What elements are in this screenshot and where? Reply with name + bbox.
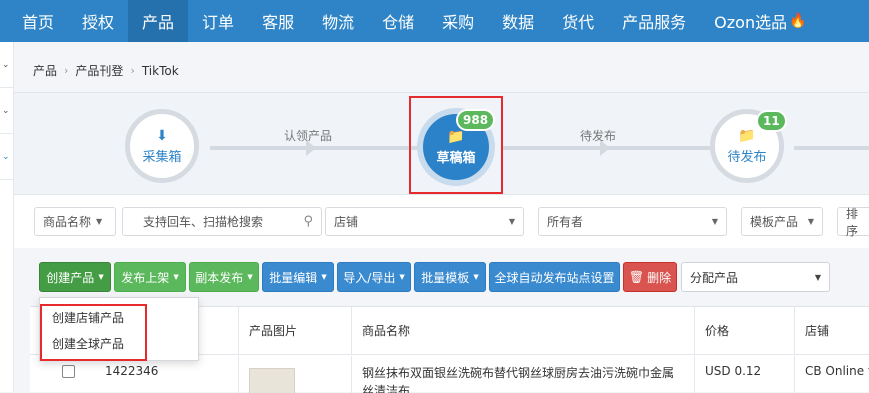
step-collect-box[interactable]: ⬇ 采集箱 (125, 109, 199, 183)
chevron-down-icon[interactable]: ⌄ (0, 88, 14, 134)
table-row: 1422346 钢丝抹布双面银丝洗碗布替代钢丝球厨房去油污洗碗巾金属丝清洁布 U… (30, 356, 869, 393)
chevron-down-icon[interactable]: ⌄ (0, 134, 14, 180)
shop-select[interactable]: 店铺 ▼ (325, 207, 524, 236)
nav-products[interactable]: 产品 (128, 0, 189, 42)
column-header-shop[interactable]: 店铺 (794, 307, 869, 355)
caret-down-icon: ▼ (508, 217, 515, 226)
chevron-down-icon[interactable]: ⌄ (0, 42, 14, 88)
publish-button[interactable]: 发布上架 ▼ (114, 262, 186, 292)
sort-select-label: 排序 (846, 206, 859, 238)
chevron-right-icon: › (130, 64, 135, 77)
create-product-button[interactable]: 创建产品 ▼ (39, 262, 111, 292)
trash-icon: 🗑 (628, 270, 645, 284)
caret-down-icon: ▼ (399, 273, 405, 281)
breadcrumb-listing[interactable]: 产品刊登 (75, 62, 123, 79)
step-transition-claim: 认领产品 (284, 129, 333, 143)
create-product-label: 创建产品 (46, 270, 95, 285)
search-field-select[interactable]: 商品名称 ▼ (34, 207, 116, 236)
auto-publish-settings-label: 全球自动发布站点设置 (494, 270, 615, 285)
publish-label: 发布上架 (121, 270, 170, 285)
assign-product-label: 分配产品 (690, 270, 739, 285)
column-header-image[interactable]: 产品图片 (238, 307, 351, 355)
nav-warehouse[interactable]: 仓储 (368, 0, 428, 42)
bulk-template-button[interactable]: 批量模板 ▼ (414, 262, 486, 292)
product-image-cell (238, 356, 351, 393)
pending-count-badge: 11 (756, 110, 787, 132)
search-input[interactable]: 支持回车、扫描枪搜索 ⚲ (122, 207, 322, 236)
caret-down-icon: ▼ (173, 273, 179, 281)
download-icon: ⬇ (156, 127, 168, 144)
search-field-label: 商品名称 (43, 215, 92, 229)
bulk-edit-label: 批量编辑 (269, 270, 318, 285)
caret-down-icon: ▼ (473, 273, 479, 281)
import-export-button[interactable]: 导入/导出 ▼ (337, 262, 411, 292)
owner-select-label: 所有者 (547, 215, 584, 229)
shop-select-label: 店铺 (334, 215, 359, 229)
column-header-name[interactable]: 商品名称 (351, 307, 694, 355)
nav-auth[interactable]: 授权 (68, 0, 128, 42)
product-price: USD 0.12 (694, 356, 794, 393)
filter-bar: 商品名称 ▼ 支持回车、扫描枪搜索 ⚲ 店铺 ▼ 所有者 ▼ 模板产品 ▼ 排序 (14, 194, 869, 248)
auto-publish-settings-button[interactable]: 全球自动发布站点设置 (489, 262, 620, 292)
caret-down-icon: ▼ (814, 272, 821, 282)
fire-icon: 🔥 (789, 13, 807, 29)
caret-down-icon: ▼ (711, 217, 718, 226)
nav-ozon-label: Ozon选品 (714, 13, 788, 32)
nav-ozon-selection[interactable]: Ozon选品 🔥 (700, 0, 820, 42)
nav-orders[interactable]: 订单 (188, 0, 248, 42)
copy-publish-button[interactable]: 副本发布 ▼ (189, 262, 259, 292)
step-connector (210, 146, 424, 150)
caret-down-icon: ▼ (98, 273, 104, 281)
copy-publish-label: 副本发布 (195, 270, 244, 285)
assign-product-select[interactable]: 分配产品 ▼ (681, 262, 830, 292)
product-id: 1422346 (105, 364, 159, 378)
sort-select[interactable]: 排序 (837, 206, 869, 238)
breadcrumb-tiktok: TikTok (141, 63, 179, 78)
highlight-box (40, 304, 147, 361)
step-collect-label: 采集箱 (142, 149, 182, 165)
caret-down-icon: ▼ (247, 273, 253, 281)
product-thumbnail[interactable] (249, 368, 295, 393)
breadcrumb: 产品 › 产品刊登 › TikTok (33, 62, 179, 79)
bulk-template-label: 批量模板 (421, 270, 470, 285)
template-select[interactable]: 模板产品 ▼ (741, 207, 823, 236)
nav-customer-service[interactable]: 客服 (248, 0, 308, 42)
caret-down-icon: ▼ (96, 217, 103, 226)
left-sidebar: ⌄ ⌄ ⌄ (0, 42, 14, 392)
bulk-edit-button[interactable]: 批量编辑 ▼ (262, 262, 334, 292)
nav-data[interactable]: 数据 (488, 0, 548, 42)
folder-icon: 📁 (738, 127, 756, 144)
nav-home[interactable]: 首页 (0, 0, 68, 42)
step-pending-label: 待发布 (727, 149, 767, 165)
caret-down-icon: ▼ (321, 273, 327, 281)
import-export-label: 导入/导出 (343, 270, 396, 285)
row-checkbox[interactable] (62, 365, 75, 378)
delete-button[interactable]: 🗑 删除 (623, 262, 677, 292)
nav-logistics[interactable]: 物流 (308, 0, 368, 42)
search-icon[interactable]: ⚲ (303, 214, 313, 229)
search-placeholder: 支持回车、扫描枪搜索 (143, 215, 264, 229)
step-connector (794, 146, 869, 150)
nav-product-services[interactable]: 产品服务 (608, 0, 700, 42)
top-navigation: 首页 授权 产品 订单 客服 物流 仓储 采购 数据 货代 产品服务 Ozon选… (0, 0, 869, 42)
delete-label: 删除 (647, 270, 672, 285)
breadcrumb-products[interactable]: 产品 (33, 62, 57, 79)
highlight-box (409, 96, 503, 194)
nav-freight[interactable]: 货代 (548, 0, 608, 42)
column-header-price[interactable]: 价格 (694, 307, 794, 355)
caret-down-icon: ▼ (807, 217, 814, 226)
product-shop: CB Online te (794, 356, 869, 393)
chevron-right-icon: › (64, 64, 69, 77)
nav-purchasing[interactable]: 采购 (428, 0, 488, 42)
owner-select[interactable]: 所有者 ▼ (538, 207, 727, 236)
product-name[interactable]: 钢丝抹布双面银丝洗碗布替代钢丝球厨房去油污洗碗巾金属丝清洁布 (351, 356, 694, 393)
step-transition-pending: 待发布 (580, 129, 617, 143)
template-select-label: 模板产品 (750, 215, 799, 229)
